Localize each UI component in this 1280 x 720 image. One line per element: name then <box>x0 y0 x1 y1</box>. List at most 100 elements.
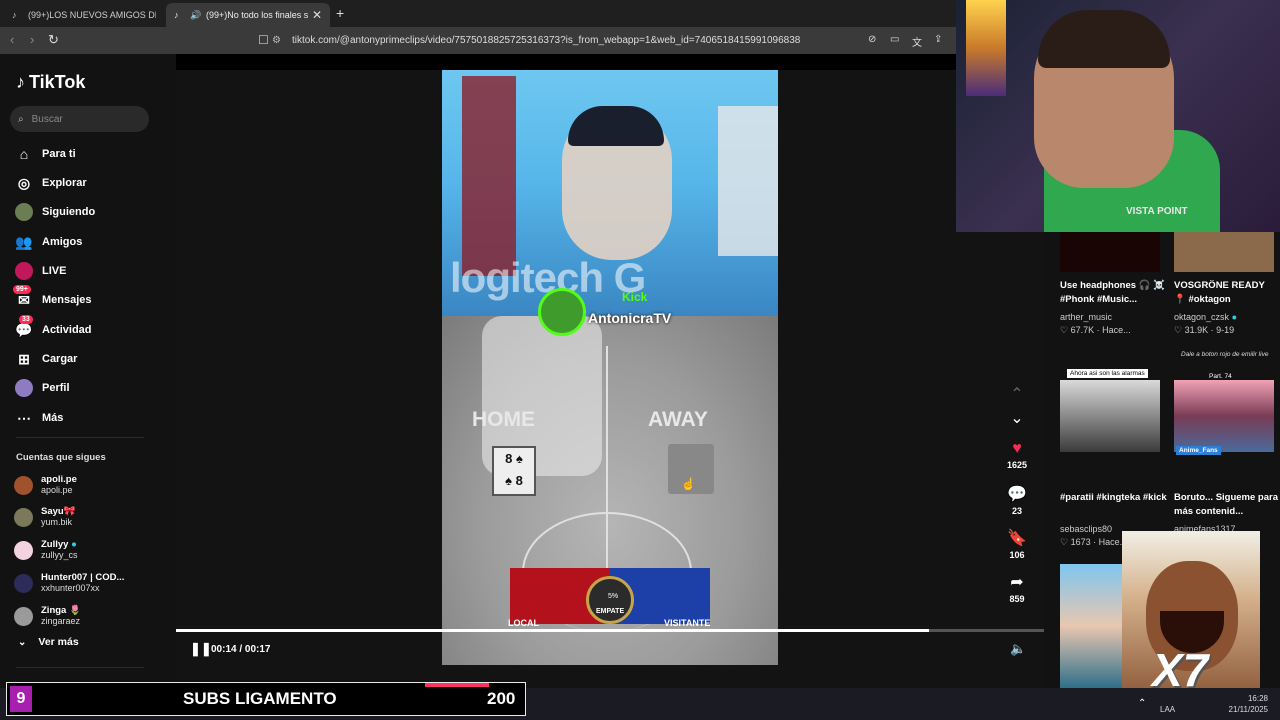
following-account[interactable]: Zinga 🌷 zingaraez <box>14 603 81 629</box>
related-user[interactable]: arther_music <box>1060 312 1112 322</box>
back-icon[interactable]: ‹ <box>10 32 14 47</box>
sidebar-item-actividad[interactable]: 💬 33 Actividad <box>15 315 92 341</box>
mouse-cursor-icon: ☝ <box>681 477 696 491</box>
clock[interactable]: 16:28 21/11/2025 <box>1220 693 1268 715</box>
chevron-down-icon: ⌄ <box>1010 410 1024 427</box>
browser-tab-1[interactable]: ♪ (99+)LOS NUEVOS AMIGOS DEL SQU <box>4 3 164 27</box>
speaker-icon: 🔊 <box>190 10 202 20</box>
video-progress-fill <box>176 629 930 632</box>
tiktok-logo[interactable]: ♪ TikTok <box>16 72 85 93</box>
messages-icon: ✉ 99+ <box>13 285 33 309</box>
jersey-text: VISTA POINT <box>1126 206 1188 217</box>
poster <box>966 0 1006 96</box>
related-user[interactable]: oktagon_czsk ● <box>1174 312 1237 322</box>
bookmark-icon: 🔖 <box>1007 530 1027 547</box>
tiktok-favicon-icon: ♪ <box>174 10 179 20</box>
site-info-icon[interactable]: ⚙ <box>272 35 282 46</box>
related-thumb[interactable] <box>1060 232 1160 272</box>
activity-icon: 💬 33 <box>15 315 33 338</box>
local-label: LOCAL <box>508 618 539 628</box>
away-label: AWAY <box>648 408 708 431</box>
chevron-up-icon: ⌃ <box>1010 386 1024 403</box>
forward-icon[interactable]: › <box>30 32 34 47</box>
share-button[interactable]: ➦ 859 <box>1000 572 1034 604</box>
following-avatar <box>15 203 33 221</box>
costume-figure <box>462 76 516 276</box>
subs-count-badge: 9 <box>10 686 32 712</box>
bookmark-count: 106 <box>1009 550 1025 560</box>
tiktok-note-icon: ♪ <box>16 72 25 92</box>
bookmark-button[interactable]: 🔖 106 <box>1000 528 1034 560</box>
thumb-overlay-text: Anime_Fans <box>1176 446 1221 455</box>
following-section-title: Cuentas que sigues <box>16 452 106 463</box>
reload-icon[interactable]: ↻ <box>48 32 59 48</box>
related-stats: ♡ 1673 · Hace... <box>1060 537 1128 547</box>
related-title[interactable]: #paratii #kingteka #kick <box>1060 491 1172 505</box>
sidebar-item-explorar[interactable]: ◎ Explorar <box>15 172 87 194</box>
share-icon: ➦ <box>1010 574 1024 591</box>
hair <box>1038 10 1170 68</box>
next-video-button[interactable]: ⌄ <box>1000 408 1034 428</box>
live-icon <box>15 262 33 280</box>
close-tab-icon[interactable]: ✕ <box>312 8 322 22</box>
sidebar-item-live[interactable]: LIVE <box>15 260 66 282</box>
pause-icon[interactable]: ❚❚ <box>190 641 212 657</box>
new-tab-button[interactable]: + <box>336 5 344 21</box>
sidebar-item-cargar[interactable]: ⊞ Cargar <box>15 348 77 370</box>
bookmark-page-icon[interactable]: ☐ <box>258 33 269 47</box>
related-thumb[interactable] <box>1174 232 1274 272</box>
following-account[interactable]: Zullyy ● zullyy_cs <box>14 537 78 563</box>
video-player[interactable]: logitech G Kick AntonicraTV HOME AWAY 8 … <box>442 70 778 665</box>
search-input[interactable]: ⌕ Buscar <box>10 106 149 132</box>
streamer-camera-feed: logitech G <box>442 70 778 316</box>
home-icon: ⌂ <box>19 146 29 162</box>
compass-icon: ◎ <box>17 174 31 191</box>
keyboard-layout[interactable]: LAA <box>1160 704 1175 715</box>
related-user[interactable]: sebasclips80 <box>1060 524 1112 534</box>
home-label: HOME <box>472 408 535 431</box>
share-page-icon[interactable]: ⇪ <box>934 34 942 45</box>
avatar <box>14 475 33 495</box>
divider <box>16 667 144 668</box>
sidebar-item-amigos[interactable]: 👥 Amigos <box>15 231 82 253</box>
related-title[interactable]: Use headphones 🎧 ☠️ #Phonk #Music... <box>1060 279 1172 307</box>
goal-accent <box>425 683 489 687</box>
sidebar-item-siguiendo[interactable]: Siguiendo <box>15 201 95 223</box>
sidebar-item-perfil[interactable]: Perfil <box>15 377 70 399</box>
draw-label: EMPATE <box>596 608 625 615</box>
volume-icon[interactable]: 🔈 <box>1010 641 1026 657</box>
following-account[interactable]: Hunter007 | COD... xxhunter007xx <box>14 570 124 596</box>
kick-label: Kick <box>622 290 648 304</box>
prev-video-button[interactable]: ⌃ <box>1000 384 1034 404</box>
video-progress-bar[interactable] <box>176 629 1044 632</box>
sidebar-item-mas[interactable]: ⋯ Más <box>15 407 63 429</box>
translate-icon[interactable]: 文 <box>912 34 922 49</box>
tiktok-favicon-icon: ♪ <box>12 10 17 20</box>
related-title[interactable]: VOSGRÖNE READY 📍 #oktagon <box>1174 279 1278 307</box>
related-title[interactable]: Boruto... Sigueme para más contenid... <box>1174 491 1278 519</box>
no-track-icon[interactable]: ⊘ <box>868 34 876 45</box>
following-account[interactable]: apoli.pe apoli.pe <box>14 472 77 498</box>
following-account[interactable]: Sayu🎀 yum.bik <box>14 504 76 530</box>
sidebar-item-mensajes[interactable]: ✉ 99+ Mensajes <box>13 285 92 311</box>
screen-icon[interactable]: ▭ <box>890 34 899 45</box>
see-more-button[interactable]: ⌄ Ver más <box>18 636 79 648</box>
related-thumb[interactable] <box>1060 380 1160 452</box>
friends-icon: 👥 <box>15 233 33 250</box>
browser-tab-2-active[interactable]: ♪ 🔊 (99+)No todo los finales son ✕ <box>166 3 330 27</box>
like-count: 1625 <box>1006 460 1028 470</box>
visitor-label: VISITANTE <box>664 618 711 628</box>
like-button[interactable]: ♥ 1625 <box>1000 440 1034 470</box>
thumb-caption: Dale a boton rojo de emilir live <box>1181 351 1269 358</box>
search-placeholder: Buscar <box>31 113 63 125</box>
meme-overlay: X7 <box>1122 531 1260 701</box>
subs-goal-bar: 9 SUBS LIGAMENTO 200 <box>6 682 526 716</box>
comment-button[interactable]: 💬 23 <box>1000 484 1034 516</box>
heart-icon: ♥ <box>1012 440 1022 457</box>
chevron-up-icon[interactable]: ⌃ <box>1138 698 1146 709</box>
zullyy-name: Zullyy ● <box>41 539 77 550</box>
sidebar-item-para-ti[interactable]: ⌂ Para ti <box>15 143 76 165</box>
url-field[interactable]: ⚙ tiktok.com/@antonyprimeclips/video/757… <box>272 31 872 50</box>
related-thumb[interactable] <box>1174 380 1274 452</box>
webcam-overlay: VISTA POINT <box>956 0 1280 232</box>
